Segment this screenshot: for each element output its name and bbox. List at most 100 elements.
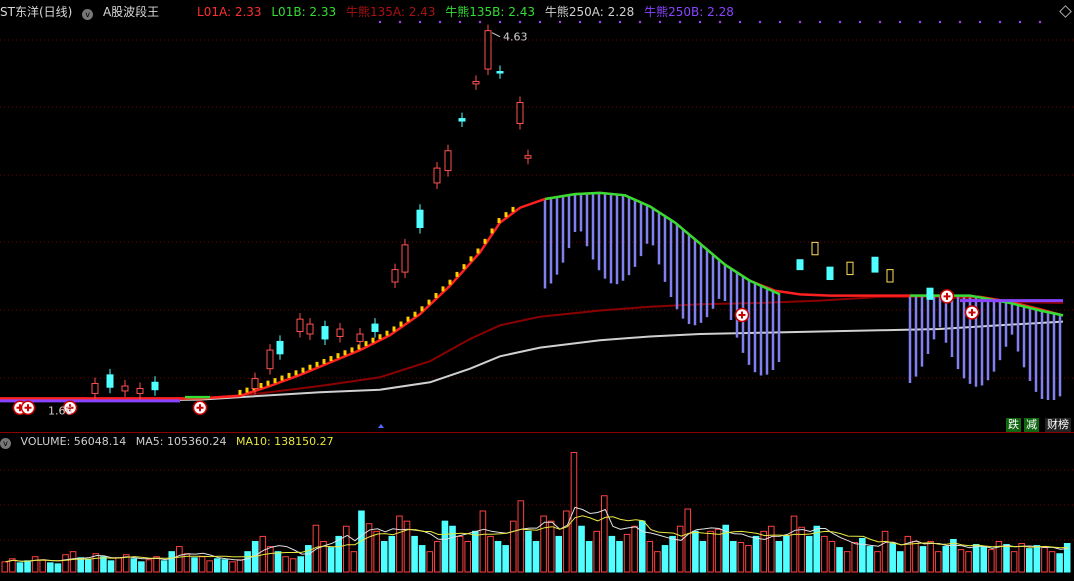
- volume-bar: [327, 547, 335, 573]
- candle-body: [444, 150, 452, 172]
- volume-bar: [487, 535, 494, 573]
- volume-bar: [730, 541, 737, 573]
- volume-menu-icon[interactable]: v: [0, 438, 11, 449]
- volume-bar: [396, 515, 403, 573]
- rise-marker: [385, 330, 389, 336]
- bull250-line: [0, 320, 1064, 402]
- volume-bar: [912, 541, 919, 573]
- period-marker: [378, 424, 384, 428]
- tag-finance[interactable]: 财榜: [1045, 418, 1071, 432]
- volume-bar: [289, 558, 297, 573]
- volume-bar: [646, 541, 654, 573]
- volume-bar: [775, 541, 783, 573]
- signal-dot: [658, 20, 662, 24]
- volume-bar: [221, 559, 229, 573]
- signal-dot: [778, 20, 782, 24]
- volume-bar: [479, 510, 487, 573]
- volume-bar: [236, 559, 244, 573]
- volume-bar: [745, 545, 752, 573]
- volume-bar: [836, 547, 843, 573]
- rise-marker: [420, 306, 424, 312]
- candle-body: [516, 101, 524, 125]
- signal-dot: [498, 20, 502, 24]
- rise-marker: [350, 347, 354, 353]
- volume-bar: [517, 500, 525, 573]
- volume-bar: [563, 510, 570, 573]
- volume-bar: [456, 535, 464, 573]
- rise-marker: [259, 382, 263, 388]
- candle-body: [846, 261, 854, 276]
- candle-body: [401, 244, 409, 273]
- candle-body: [472, 80, 480, 85]
- volume-bar: [1, 561, 9, 573]
- volume-bar: [1025, 548, 1033, 573]
- volume-bar: [1010, 551, 1018, 573]
- tag-fall[interactable]: 跌: [1006, 418, 1021, 432]
- rise-marker: [280, 375, 284, 381]
- volume-bar: [957, 549, 965, 573]
- volume-bar: [206, 560, 213, 573]
- volume-bar: [47, 562, 54, 573]
- candle-body: [251, 378, 259, 389]
- volume-bar: [843, 551, 851, 573]
- volume-bar: [31, 556, 39, 573]
- candle-body: [811, 241, 819, 256]
- volume-bar: [965, 551, 972, 573]
- candle-body: [106, 374, 114, 388]
- volume-bar: [752, 535, 760, 573]
- rise-marker: [294, 370, 298, 376]
- volume-bar: [62, 554, 69, 573]
- volume-bar: [145, 559, 153, 573]
- rise-marker: [441, 286, 445, 292]
- rise-marker: [476, 248, 480, 254]
- volume-bar: [69, 551, 77, 573]
- rise-marker: [329, 356, 333, 362]
- low-price-label: 1.66: [48, 404, 73, 417]
- rise-marker: [301, 367, 305, 373]
- volume-bar: [593, 530, 601, 573]
- signal-dot: [878, 20, 882, 24]
- candle-body: [276, 340, 284, 355]
- volume-bar: [851, 542, 859, 573]
- volume-bar: [821, 535, 828, 573]
- rise-marker: [469, 256, 473, 262]
- signal-dot: [378, 20, 382, 24]
- volume-bar: [919, 546, 927, 573]
- volume-bar: [927, 541, 934, 573]
- rise-marker: [308, 364, 312, 370]
- rise-marker: [315, 361, 319, 367]
- volume-bar: [654, 551, 661, 573]
- volume-bar: [198, 556, 206, 573]
- signal-dot: [558, 20, 562, 24]
- volume-bar: [972, 544, 980, 573]
- volume-value: VOLUME: 56048.14: [20, 435, 127, 448]
- signal-dot: [578, 20, 582, 24]
- tag-reduce[interactable]: 减: [1024, 418, 1039, 432]
- volume-bar: [988, 549, 995, 573]
- rise-marker: [378, 334, 382, 340]
- rise-marker: [490, 228, 494, 234]
- candle-body: [458, 118, 466, 122]
- signal-dot: [978, 20, 982, 24]
- volume-bar: [267, 546, 274, 573]
- volume-bar: [411, 535, 418, 573]
- volume-bar: [77, 557, 84, 573]
- signal-dot: [618, 20, 622, 24]
- signal-dot: [458, 20, 462, 24]
- rise-marker: [266, 380, 270, 386]
- rise-marker: [238, 389, 242, 395]
- volume-bar: [616, 541, 623, 573]
- signal-dot: [738, 20, 742, 24]
- volume-bar: [684, 508, 692, 573]
- signal-dot: [398, 20, 402, 24]
- candle-body: [796, 259, 804, 271]
- volume-bar: [115, 557, 122, 573]
- signal-dot: [638, 20, 642, 24]
- candle-body: [433, 167, 441, 184]
- volume-bar: [434, 541, 441, 573]
- volume-bar: [805, 535, 813, 573]
- candle-body: [886, 269, 894, 283]
- signal-dot: [938, 20, 942, 24]
- candle-body: [336, 328, 344, 337]
- volume-bar: [350, 551, 358, 573]
